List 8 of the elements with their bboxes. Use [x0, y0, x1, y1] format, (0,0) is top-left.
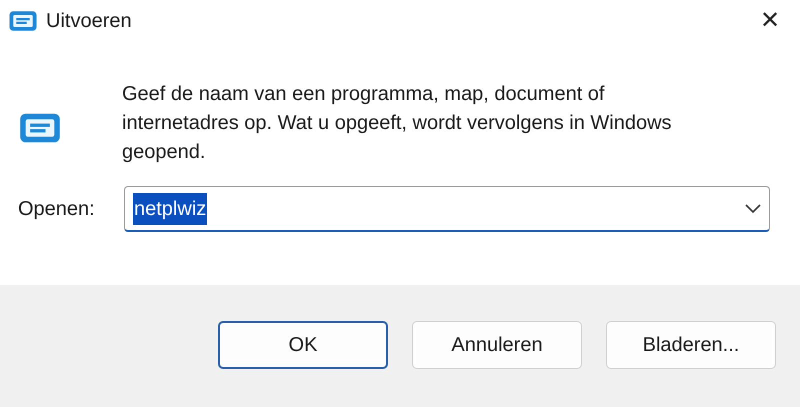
prompt-text: Geef de naam van een programma, map, document of internetadres op. Wat u opgeeft, wordt vervolgens in Windows geopend. — [122, 82, 673, 165]
window-title: Uitvoeren — [46, 9, 132, 34]
dialog-button[interactable]: Annuleren — [412, 321, 582, 369]
open-label: Openen: — [18, 197, 96, 222]
input-field[interactable]: netplwiz — [124, 186, 770, 232]
dialog-button[interactable]: Bladeren... — [606, 321, 776, 369]
dialog-button[interactable]: OK — [218, 321, 388, 369]
close-button[interactable]: ✕ — [740, 0, 800, 42]
